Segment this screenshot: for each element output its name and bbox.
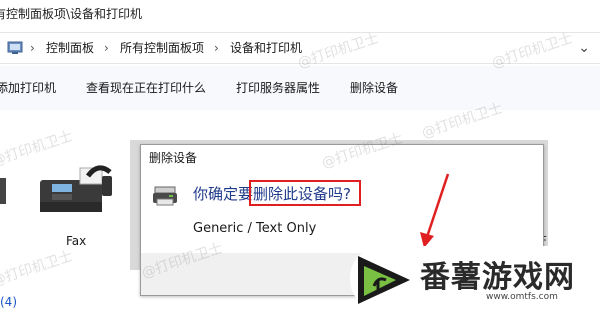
section-count[interactable]: (4) xyxy=(0,295,17,309)
annotation-arrow xyxy=(420,173,450,248)
breadcrumb-devices-and-printers[interactable]: 设备和打印机 xyxy=(230,33,302,63)
breadcrumb-separator: › xyxy=(104,41,109,55)
brand-name: 番薯游戏网 xyxy=(420,260,575,295)
breadcrumb-separator: › xyxy=(214,41,219,55)
highlight-box xyxy=(249,180,361,206)
remove-device-button[interactable]: 删除设备 xyxy=(350,66,398,110)
window-title: 有控制面板项\设备和打印机 xyxy=(0,7,143,21)
window-title-bar: 有控制面板项\设备和打印机 xyxy=(0,0,600,28)
command-toolbar: 添加打印机 查看现在正在打印什么 打印服务器属性 删除设备 xyxy=(0,66,600,110)
print-server-properties-button[interactable]: 打印服务器属性 xyxy=(236,66,320,110)
breadcrumb-control-panel[interactable]: 控制面板 xyxy=(46,33,94,63)
fax-label: Fax xyxy=(66,234,87,248)
breadcrumb-all-control-panel-items[interactable]: 所有控制面板项 xyxy=(120,33,204,63)
brand-logo-icon xyxy=(350,246,416,312)
dialog-device-name: Generic / Text Only xyxy=(193,221,317,236)
see-whats-printing-button[interactable]: 查看现在正在打印什么 xyxy=(86,66,206,110)
chevron-down-icon[interactable]: ⌄ xyxy=(578,33,590,63)
add-printer-button[interactable]: 添加打印机 xyxy=(0,66,56,110)
address-bar[interactable]: › 控制面板 › 所有控制面板项 › 设备和打印机 ⌄ xyxy=(0,32,600,64)
question-prefix: 你确定要 xyxy=(193,185,254,203)
brand-url: www.omtfs.com xyxy=(486,292,558,302)
fax-icon[interactable] xyxy=(30,158,116,222)
control-panel-icon xyxy=(7,41,23,54)
printer-icon xyxy=(153,186,177,206)
printer-device-icon[interactable] xyxy=(0,178,6,204)
breadcrumb-separator: › xyxy=(30,41,35,55)
dialog-title: 删除设备 xyxy=(149,151,198,165)
